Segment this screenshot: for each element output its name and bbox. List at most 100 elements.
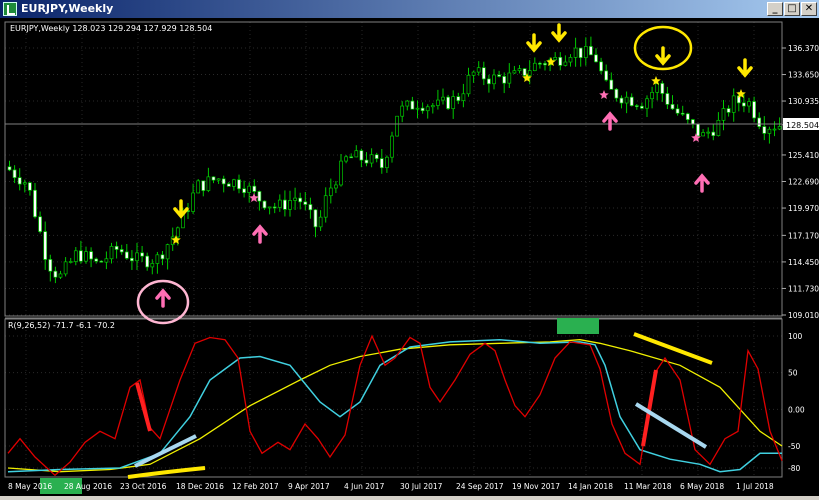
candle-body [589,46,593,56]
candlesticks [7,36,782,284]
time-scale[interactable]: 8 May 2016 28 Aug 2016 23 Oct 2016 18 Dec 2… [8,482,774,491]
date-label: 23 Oct 2016 [120,482,167,491]
candle-body [481,67,486,80]
title-bar[interactable]: EURJPY,Weekly _ □ ✕ [0,0,819,18]
candle-body [89,251,93,260]
candle-body [318,216,323,228]
candle-body [522,68,527,76]
candle-body [410,100,415,110]
candle-body [726,108,731,113]
divergence-line-yellow-2 [633,332,713,365]
price-label: 109.010 [788,311,819,320]
minimize-button[interactable]: _ [767,2,783,16]
candle-body [43,231,48,260]
candle-body [288,200,292,210]
candle-body [28,182,32,191]
close-button[interactable]: ✕ [801,2,817,16]
candle-body [395,115,399,137]
candle-body [135,252,139,262]
candle-body [150,263,155,268]
price-label: 111.730 [788,284,819,293]
candle-body [701,132,705,137]
candle-body [762,126,767,134]
pink-up-arrow-icon [602,111,618,131]
star-icon [249,193,259,202]
date-label: 8 May 2016 [8,482,52,491]
yellow-down-arrows [173,23,753,219]
candle-body [507,72,512,84]
window-title: EURJPY,Weekly [21,2,114,15]
maximize-button[interactable]: □ [784,2,800,16]
candle-body [22,182,27,185]
candle-body [73,250,78,262]
candle-body [456,96,461,101]
price-scale[interactable]: 136.370 133.650 130.935 125.410 122.690 119.9… [782,44,819,320]
candle-body [339,160,343,186]
candle-body [471,71,476,76]
indicator-scale[interactable]: 100 50 0.00 -50 -80 [788,332,805,473]
candle-body [242,188,246,193]
candle-body [114,245,119,250]
chart-window-icon[interactable] [3,2,17,16]
candle-body [68,261,73,263]
pink-up-arrow-icon [694,173,710,193]
candle-body [252,185,257,192]
candle-body [415,107,420,110]
chart-area[interactable]: 136.370 133.650 130.935 125.410 122.690 119.9… [0,18,819,496]
candle-body [517,68,522,72]
candle-body [752,101,756,119]
candle-body [99,260,104,263]
candle-body [272,206,277,209]
candle-body [364,159,369,164]
candle-body [359,150,364,161]
candle-body [369,154,374,164]
date-label: 4 Jun 2017 [344,482,385,491]
candle-body [451,96,456,109]
chart-svg[interactable]: 136.370 133.650 130.935 125.410 122.690 119.9… [0,18,819,496]
candle-body [772,128,777,131]
date-label: 14 Jan 2018 [568,482,613,491]
candle-body [619,97,624,104]
yellow-down-arrow-icon [173,199,189,219]
price-label: 136.370 [788,44,819,53]
candle-body [680,112,685,115]
price-label: 122.690 [788,178,819,187]
candle-body [313,209,318,228]
candle-body [63,261,68,275]
candle-body [7,166,12,171]
candle-body [53,270,58,278]
candle-body [420,107,425,112]
candle-body [385,156,389,169]
candle-body [538,62,542,65]
candle-body [216,178,221,181]
candle-body [405,100,410,107]
candle-body [354,150,359,158]
indicator-level-label: 50 [788,369,798,378]
indicator-grid [5,335,782,469]
candle-body [303,201,308,205]
candle-body [563,61,568,66]
candle-body [757,117,762,127]
pink-up-arrow-icon [252,224,268,244]
candle-body [532,62,537,72]
candle-body [160,254,165,260]
indicator-level-label: -50 [788,442,800,451]
candle-body [104,258,109,263]
candle-body [124,251,129,259]
candle-body [573,47,578,58]
star-markers [171,57,746,244]
candle-body [436,99,440,106]
indicator-panel-frame [4,318,783,478]
candle-body [226,183,231,187]
candle-body [165,244,170,260]
date-label: 1 Jul 2018 [736,482,774,491]
candle-body [742,102,746,107]
candle-body [140,252,144,257]
candle-body [599,61,603,72]
candle-body [583,46,588,58]
candle-body [196,180,201,194]
candle-body [527,70,532,76]
candle-body [298,197,303,203]
candle-body [777,126,782,130]
candle-body [466,74,471,95]
